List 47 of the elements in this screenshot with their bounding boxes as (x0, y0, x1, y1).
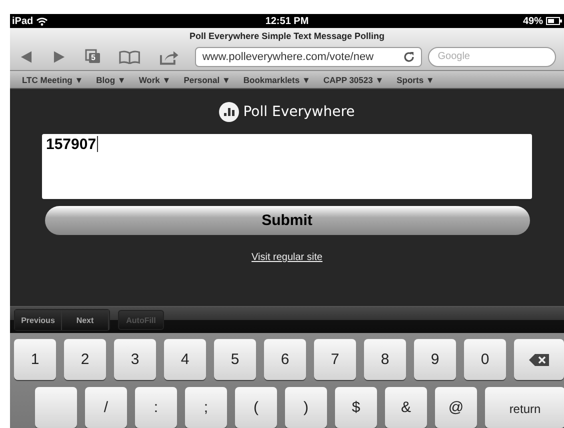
logo-text: Poll Everywhere (243, 104, 355, 120)
book-icon[interactable] (119, 50, 140, 64)
battery-icon (546, 17, 562, 26)
key[interactable]: 9 (414, 339, 456, 380)
bookmark-menu[interactable]: CAPP 30523 ▼ (323, 74, 384, 85)
share-icon[interactable] (160, 48, 180, 65)
return-key[interactable]: return (485, 387, 564, 428)
device-name: iPad (12, 16, 34, 27)
key[interactable]: 7 (314, 339, 356, 380)
bookmark-menu[interactable]: Blog ▼ (96, 74, 126, 85)
key[interactable]: / (85, 387, 127, 428)
next-button[interactable]: Next (62, 310, 109, 330)
clock: 12:51 PM (265, 16, 309, 27)
key[interactable]: 8 (364, 339, 406, 380)
key[interactable]: @ (435, 387, 477, 428)
bookmark-menu[interactable]: LTC Meeting ▼ (22, 74, 84, 85)
regular-site-link[interactable]: Visit regular site (252, 252, 322, 263)
key[interactable]: $ (335, 387, 377, 428)
key[interactable]: & (385, 387, 427, 428)
bookmark-menu[interactable]: Sports ▼ (396, 74, 434, 85)
key[interactable]: : (135, 387, 177, 428)
key[interactable]: ( (235, 387, 277, 428)
bookmark-menu[interactable]: Work ▼ (138, 74, 171, 85)
delete-key[interactable] (514, 339, 564, 380)
forward-icon[interactable] (52, 50, 65, 64)
wifi-icon (36, 16, 48, 26)
key[interactable]: 6 (264, 339, 306, 380)
previous-button[interactable]: Previous (15, 310, 62, 330)
key[interactable]: 1 (14, 339, 56, 380)
bookmark-menu[interactable]: Bookmarklets ▼ (243, 74, 310, 85)
key[interactable]: 2 (64, 339, 106, 380)
key[interactable]: 3 (114, 339, 156, 380)
page-title: Poll Everywhere Simple Text Message Polling (188, 30, 386, 44)
key[interactable]: 0 (464, 339, 506, 380)
key[interactable]: ) (285, 387, 327, 428)
key[interactable]: 5 (214, 339, 256, 380)
battery-percent: 49% (522, 16, 543, 27)
address-field[interactable]: www.polleverywhere.com/vote/new (195, 46, 422, 67)
logo-icon (219, 102, 240, 122)
delete-icon (529, 354, 549, 366)
submit-button[interactable]: Submit (44, 206, 530, 235)
key[interactable]: 4 (164, 339, 206, 380)
back-icon[interactable] (20, 50, 32, 64)
reload-icon[interactable] (402, 50, 415, 63)
answer-field[interactable]: 157907 (42, 134, 532, 199)
key[interactable]: ; (185, 387, 227, 428)
bookmark-menu[interactable]: Personal ▼ (184, 74, 230, 85)
